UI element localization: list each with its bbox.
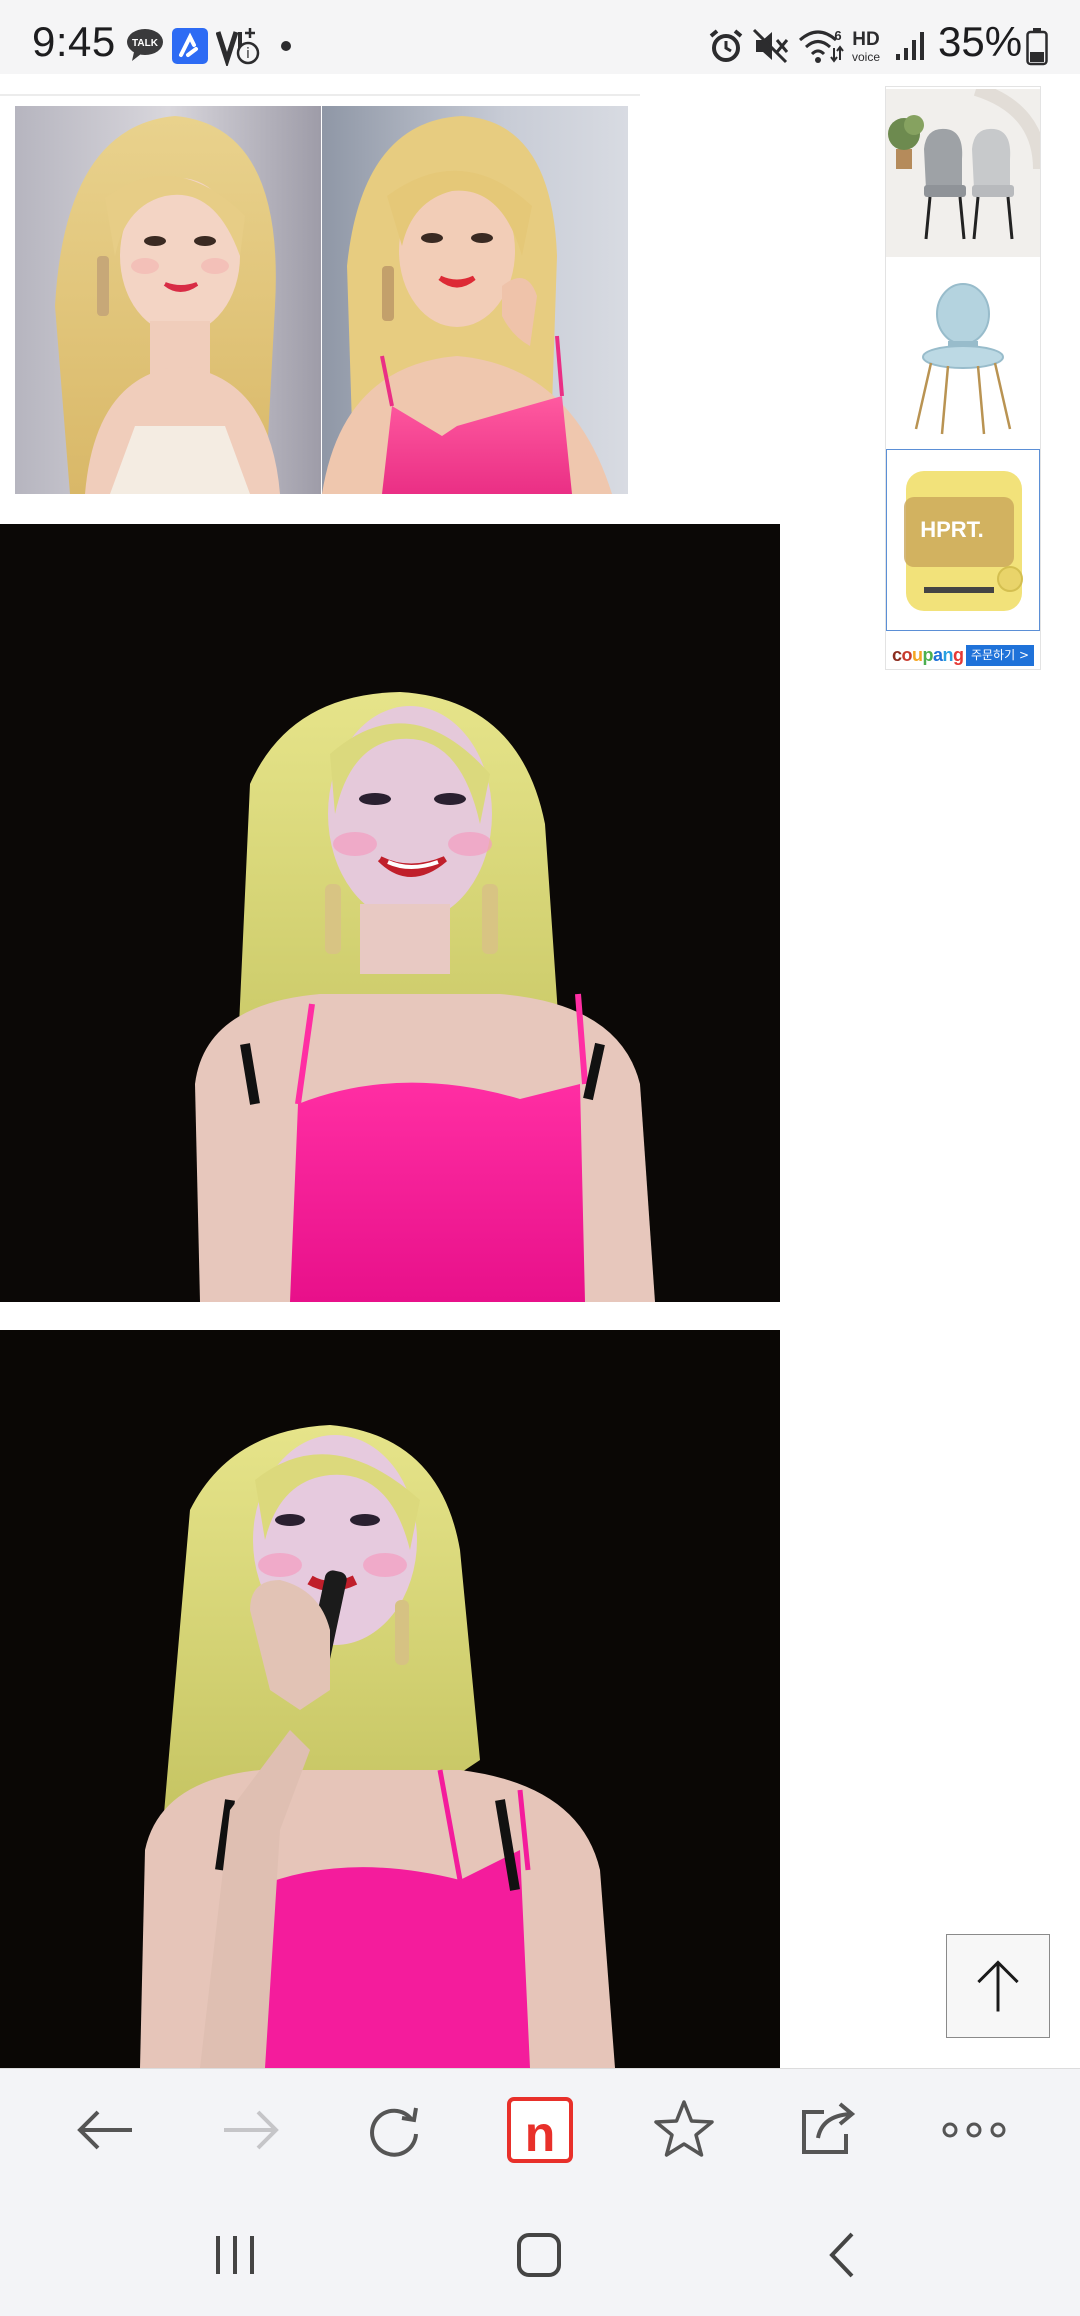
home-button[interactable] bbox=[494, 2210, 584, 2300]
bookmark-button[interactable] bbox=[644, 2090, 724, 2170]
coupang-logo: coupang bbox=[892, 645, 964, 666]
wifi-icon: 6 bbox=[799, 28, 844, 63]
talk-badge-text: TALK bbox=[132, 38, 159, 49]
status-time: 9:45 bbox=[32, 18, 116, 65]
naver-home-button[interactable]: n bbox=[500, 2090, 580, 2170]
stage-photo-smiling[interactable] bbox=[0, 524, 780, 1302]
status-bar: 9:45 TALK i 6 HD voice 35% bbox=[0, 0, 1080, 74]
coupang-letter: o bbox=[901, 645, 913, 665]
refresh-button[interactable] bbox=[354, 2090, 434, 2170]
scroll-top-button[interactable] bbox=[946, 1934, 1050, 2038]
home-icon bbox=[517, 2233, 561, 2277]
web-content[interactable]: i bbox=[0, 74, 1080, 2068]
app-a-icon bbox=[172, 28, 208, 64]
back-icon bbox=[77, 2110, 132, 2150]
more-icon bbox=[942, 2122, 1006, 2138]
ad-product-blue-chair[interactable] bbox=[886, 269, 1040, 447]
alarm-icon bbox=[709, 29, 743, 62]
share-icon bbox=[802, 2102, 856, 2154]
printer-brand-text: HPRT. bbox=[920, 517, 984, 542]
naver-letter: n bbox=[525, 2106, 556, 2162]
coupang-letter: u bbox=[912, 645, 923, 665]
more-button[interactable] bbox=[934, 2090, 1014, 2170]
mute-icon bbox=[752, 28, 789, 64]
forward-icon bbox=[224, 2110, 279, 2150]
recents-button[interactable] bbox=[190, 2210, 280, 2300]
refresh-icon bbox=[370, 2107, 418, 2157]
system-navigation-bar bbox=[0, 2190, 1080, 2316]
coupang-letter: c bbox=[892, 645, 902, 665]
order-button[interactable]: 주문하기 > bbox=[965, 645, 1034, 666]
stage-photo-singing[interactable] bbox=[0, 1330, 780, 2068]
recents-icon bbox=[216, 2236, 254, 2274]
battery-percent: 35% bbox=[938, 18, 1023, 65]
wifi-6-label: 6 bbox=[834, 28, 841, 43]
ad-footer[interactable]: coupang 주문하기 > bbox=[886, 643, 1040, 669]
nav-back-button[interactable] bbox=[798, 2210, 888, 2300]
voice-label: voice bbox=[852, 50, 880, 64]
browser-screen: 9:45 TALK i 6 HD voice 35% HPRT. coupang… bbox=[0, 0, 1080, 2316]
naver-home-icon: n bbox=[507, 2097, 573, 2163]
battery-icon bbox=[1026, 28, 1048, 66]
ad-product-printer[interactable]: HPRT. bbox=[886, 449, 1040, 631]
selfie-left-photo[interactable] bbox=[15, 106, 321, 494]
kakaotalk-icon: TALK bbox=[127, 29, 163, 61]
ad-product-chairs[interactable] bbox=[886, 89, 1040, 257]
nav-back-icon bbox=[829, 2232, 854, 2278]
coupang-letter: g bbox=[953, 645, 964, 665]
back-button[interactable] bbox=[66, 2090, 146, 2170]
ad-banner[interactable]: i bbox=[885, 86, 1041, 670]
forward-button[interactable] bbox=[210, 2090, 290, 2170]
coupang-letter: a bbox=[933, 645, 943, 665]
browser-toolbar: n bbox=[0, 2068, 1080, 2190]
selfie-right-photo[interactable] bbox=[322, 106, 628, 494]
dot-icon bbox=[281, 41, 291, 51]
bookmark-star-icon bbox=[654, 2100, 714, 2157]
hd-label: HD bbox=[852, 29, 879, 50]
hd-voice-icon: HD voice bbox=[852, 29, 880, 64]
coupang-letter: n bbox=[942, 645, 954, 665]
coupang-letter: p bbox=[922, 645, 934, 665]
share-button[interactable] bbox=[788, 2090, 868, 2170]
svg-text:i: i bbox=[246, 46, 250, 62]
divider bbox=[0, 94, 640, 96]
signal-icon bbox=[896, 32, 924, 60]
v-app-icon: i bbox=[216, 28, 260, 66]
